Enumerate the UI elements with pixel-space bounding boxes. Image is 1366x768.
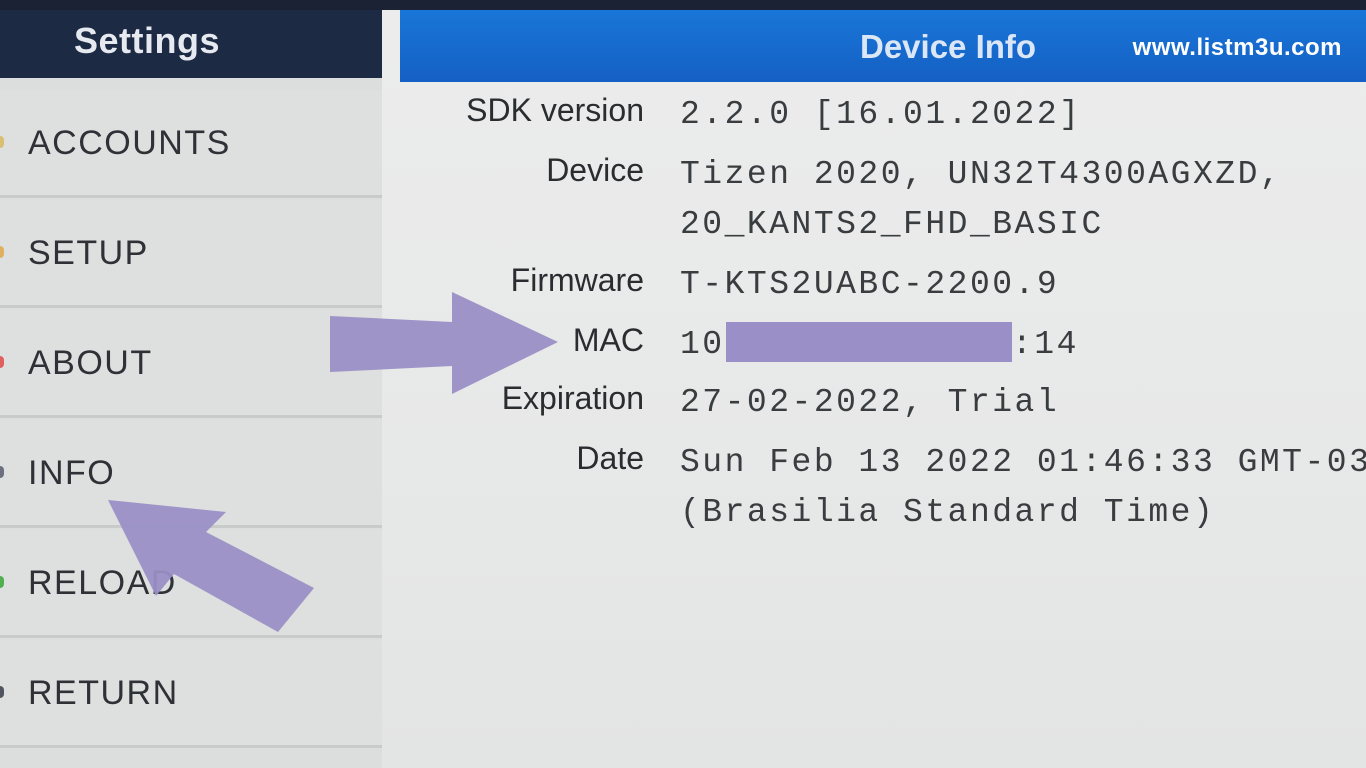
site-watermark: www.listm3u.com <box>1132 34 1342 61</box>
date-value-line1: Sun Feb 13 2022 01:46:33 GMT-03 <box>680 444 1366 481</box>
sidebar-item-label: RELOAD <box>28 564 177 602</box>
sidebar-header: Settings <box>0 10 382 78</box>
tv-screen: Settings ACCOUNTS SETUP ABOUT INFO RELOA… <box>0 0 1366 768</box>
sidebar-item-setup[interactable]: SETUP <box>0 200 382 308</box>
sidebar-item-label: RETURN <box>28 674 179 712</box>
sidebar-item-return[interactable]: RETURN <box>0 640 382 748</box>
sdk-version-value: 2.2.0 [16.01.2022] <box>680 96 1082 133</box>
page-title: Device Info <box>860 28 1037 65</box>
sidebar-item-about[interactable]: ABOUT <box>0 310 382 418</box>
sidebar-item-label: ABOUT <box>28 344 153 382</box>
sidebar-title: Settings <box>73 20 220 61</box>
firmware-value: T-KTS2UABC-2200.9 <box>680 266 1060 303</box>
device-info-panel: Device Info SDK version 2.2.0 [16.01.202… <box>382 10 1366 768</box>
sidebar-item-accounts[interactable]: ACCOUNTS <box>0 90 382 198</box>
expiration-value: 27-02-2022, Trial <box>680 384 1060 421</box>
about-indicator-icon <box>0 356 4 368</box>
device-label: Device <box>546 152 644 188</box>
screen-bezel-strip <box>0 0 1366 10</box>
mac-redaction-mask <box>726 322 1012 362</box>
reload-indicator-icon <box>0 576 4 588</box>
settings-sidebar: Settings ACCOUNTS SETUP ABOUT INFO RELOA… <box>0 10 382 768</box>
sidebar-item-label: ACCOUNTS <box>28 124 231 162</box>
device-value-line2: 20_KANTS2_FHD_BASIC <box>680 206 1104 243</box>
mac-label: MAC <box>572 322 644 358</box>
device-value-line1: Tizen 2020, UN32T4300AGXZD, <box>680 156 1283 193</box>
date-label: Date <box>576 440 644 476</box>
accounts-indicator-icon <box>0 136 4 148</box>
sidebar-item-label: SETUP <box>28 234 149 272</box>
mac-value-prefix: 10 <box>680 326 725 363</box>
return-indicator-icon <box>0 686 4 698</box>
sidebar-item-reload[interactable]: RELOAD <box>0 530 382 638</box>
sidebar-item-info[interactable]: INFO <box>0 420 382 528</box>
sdk-version-label: SDK version <box>466 92 644 128</box>
firmware-label: Firmware <box>510 262 644 298</box>
sidebar-item-label: INFO <box>28 454 116 492</box>
date-value-line2: (Brasilia Standard Time) <box>680 494 1216 531</box>
info-indicator-icon <box>0 466 4 478</box>
setup-indicator-icon <box>0 246 4 258</box>
mac-value-suffix: :14 <box>1012 326 1079 363</box>
expiration-label: Expiration <box>501 380 644 416</box>
